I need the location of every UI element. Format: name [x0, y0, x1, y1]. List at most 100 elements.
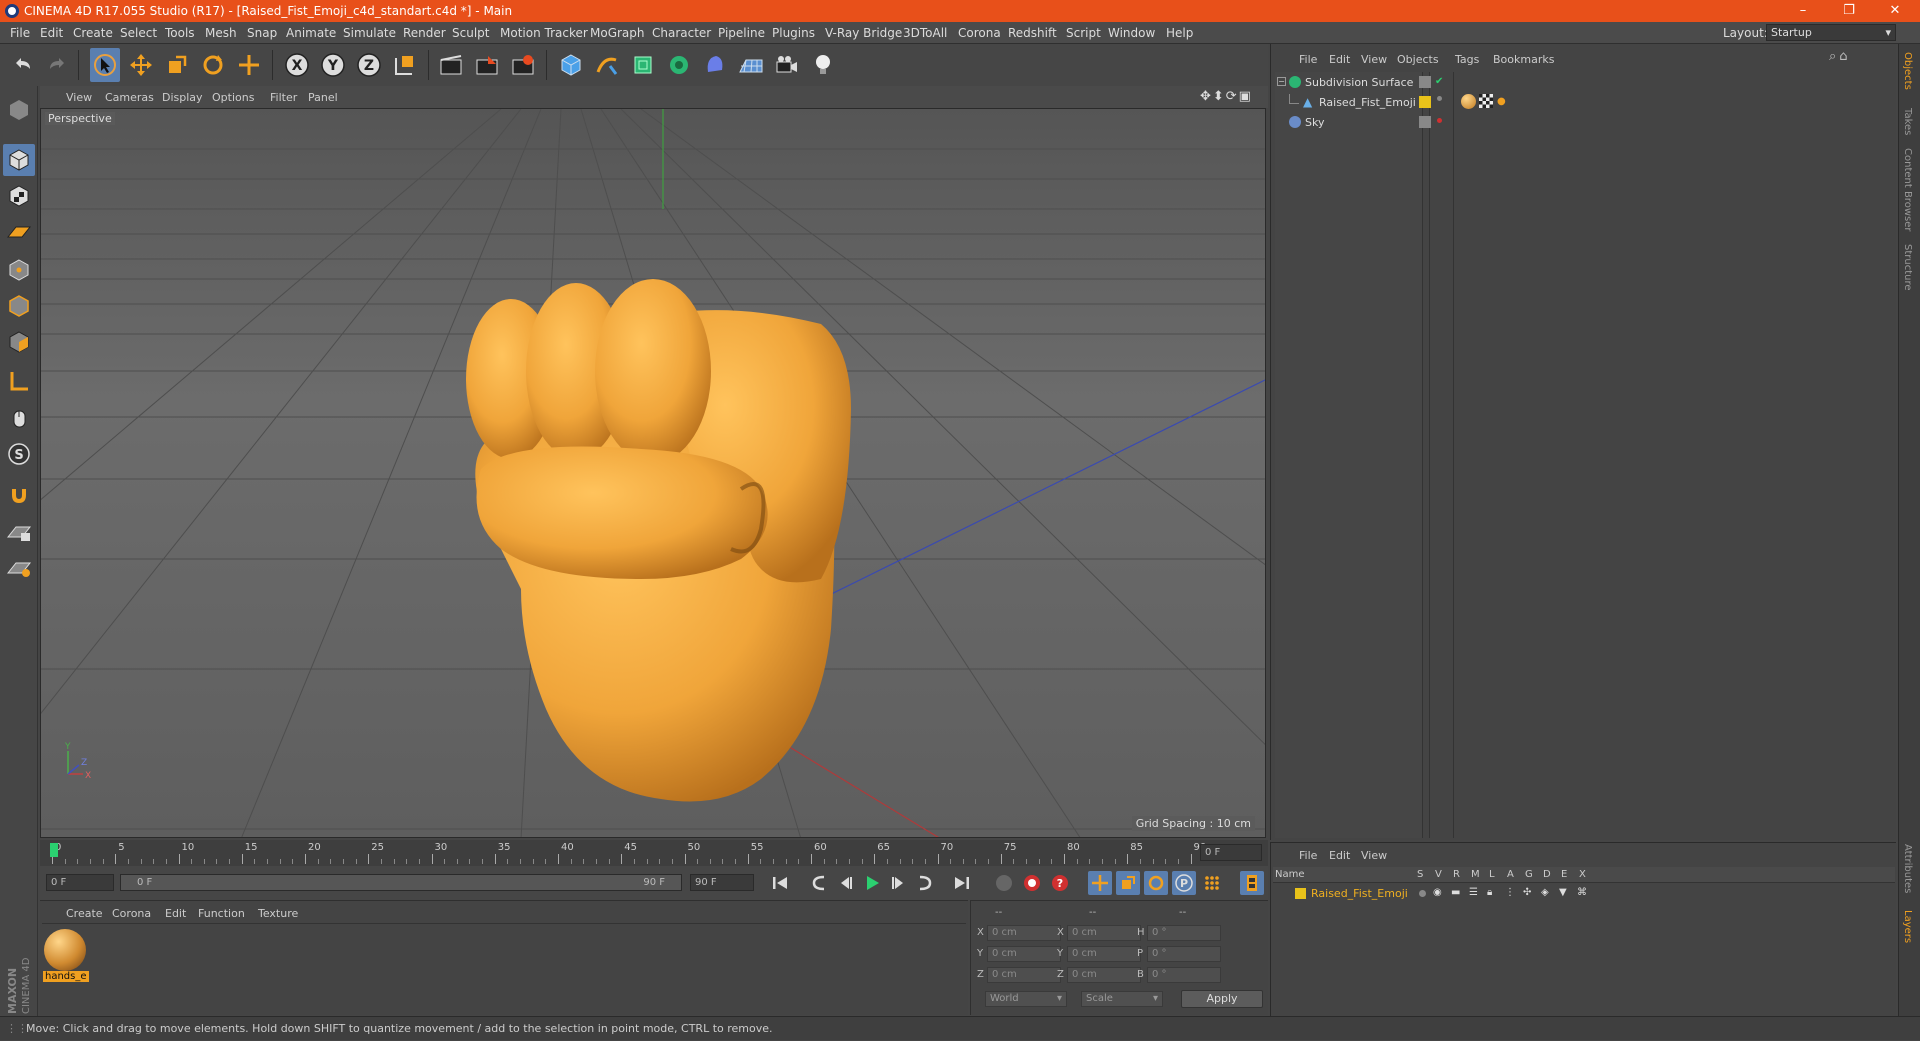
key-position-button[interactable] — [1088, 871, 1112, 895]
menu-vray-bridge[interactable]: V-Ray Bridge — [825, 26, 902, 40]
object-row-raised-fist[interactable]: ▲ Raised_Fist_Emoji — [1275, 94, 1920, 112]
menu-tools[interactable]: Tools — [165, 26, 195, 40]
layer-color-swatch[interactable] — [1419, 116, 1431, 128]
menu-pipeline[interactable]: Pipeline — [718, 26, 765, 40]
go-to-end-button[interactable] — [950, 871, 974, 895]
add-deformer-button[interactable] — [700, 48, 730, 82]
key-parameter-button[interactable]: P — [1172, 871, 1196, 895]
live-selection-button[interactable] — [90, 48, 120, 82]
previous-frame-button[interactable] — [834, 871, 858, 895]
mat-menu-function[interactable]: Function — [198, 907, 245, 920]
start-frame-field[interactable]: 0 F — [46, 874, 114, 891]
points-mode-button[interactable] — [3, 254, 35, 286]
model-mode-button[interactable] — [3, 144, 35, 176]
planar-workplane-button[interactable] — [3, 552, 35, 584]
menu-plugins[interactable]: Plugins — [772, 26, 815, 40]
solo-dot-icon[interactable] — [1419, 890, 1426, 897]
tab-content-browser[interactable]: Content Browser — [1902, 148, 1913, 231]
render-settings-button[interactable] — [508, 48, 538, 82]
expression-icon[interactable]: ▼ — [1559, 887, 1567, 898]
layer-color-swatch[interactable] — [1295, 888, 1306, 899]
coord-value-field[interactable]: 0 cm — [987, 925, 1061, 941]
menu-render[interactable]: Render — [403, 26, 446, 40]
redo-button[interactable] — [42, 48, 72, 82]
deformer-toggle-icon[interactable]: ◈ — [1541, 887, 1549, 898]
layer-menu-view[interactable]: View — [1361, 849, 1387, 862]
vp-menu-display[interactable]: Display — [162, 91, 203, 104]
layout-select[interactable]: Startup ▾ — [1766, 24, 1896, 41]
mat-menu-texture[interactable]: Texture — [258, 907, 298, 920]
enable-axis-button[interactable] — [3, 366, 35, 398]
playhead-marker[interactable] — [50, 843, 58, 857]
make-editable-button[interactable] — [3, 94, 35, 126]
key-pla-button[interactable] — [1200, 871, 1224, 895]
texture-tag-icon[interactable] — [1479, 94, 1493, 108]
search-icon[interactable]: ⌕⌂ — [1829, 49, 1851, 64]
z-axis-lock-button[interactable]: Z — [354, 48, 384, 82]
close-button[interactable]: ✕ — [1872, 0, 1918, 22]
obj-menu-tags[interactable]: Tags — [1455, 53, 1479, 66]
object-row-subdivision[interactable]: − Subdivision Surface — [1275, 74, 1920, 92]
keyframe-selection-button[interactable]: ? — [1048, 871, 1072, 895]
material-swatch[interactable]: hands_e — [42, 927, 89, 985]
collapse-toggle-icon[interactable]: − — [1277, 77, 1286, 86]
key-rotation-button[interactable] — [1144, 871, 1168, 895]
add-cube-button[interactable] — [556, 48, 586, 82]
visibility-dot-icon[interactable] — [1437, 118, 1442, 123]
obj-menu-objects[interactable]: Objects — [1397, 53, 1439, 66]
menu-sculpt[interactable]: Sculpt — [452, 26, 489, 40]
mat-menu-create[interactable]: Create — [66, 907, 103, 920]
menu-select[interactable]: Select — [120, 26, 157, 40]
xref-icon[interactable]: ⌘ — [1577, 887, 1587, 898]
vp-menu-filter[interactable]: Filter — [270, 91, 297, 104]
key-scale-button[interactable] — [1116, 871, 1140, 895]
recent-tool-button[interactable] — [234, 48, 264, 82]
menu-mesh[interactable]: Mesh — [205, 26, 237, 40]
coord-value-field[interactable]: 0 cm — [987, 967, 1061, 983]
menu-animate[interactable]: Animate — [286, 26, 336, 40]
obj-menu-view[interactable]: View — [1361, 53, 1387, 66]
previous-key-button[interactable] — [808, 871, 832, 895]
coordinate-system-button[interactable] — [390, 48, 420, 82]
add-camera-button[interactable] — [772, 48, 802, 82]
material-tag-icon[interactable] — [1461, 94, 1476, 109]
coord-value-field[interactable]: 0 cm — [1067, 925, 1141, 941]
vp-menu-cameras[interactable]: Cameras — [105, 91, 154, 104]
tab-objects[interactable]: Objects — [1902, 52, 1913, 90]
visibility-dot-icon[interactable] — [1437, 96, 1442, 101]
menu-edit[interactable]: Edit — [40, 26, 63, 40]
snap-button[interactable]: S — [3, 438, 35, 470]
coord-value-field[interactable]: 0 ° — [1147, 946, 1221, 962]
render-icon[interactable]: ▬ — [1451, 887, 1460, 898]
magnet-button[interactable] — [3, 478, 35, 510]
undo-button[interactable] — [8, 48, 38, 82]
menu-character[interactable]: Character — [652, 26, 711, 40]
next-frame-button[interactable] — [886, 871, 910, 895]
x-axis-lock-button[interactable]: X — [282, 48, 312, 82]
texture-mode-button[interactable] — [3, 180, 35, 212]
layer-color-swatch[interactable] — [1419, 96, 1431, 108]
mat-menu-edit[interactable]: Edit — [165, 907, 186, 920]
edges-mode-button[interactable] — [3, 290, 35, 322]
generator-icon[interactable]: ✣ — [1523, 887, 1531, 898]
maximize-button[interactable]: ❐ — [1826, 0, 1872, 22]
obj-menu-file[interactable]: File — [1299, 53, 1317, 66]
move-tool-button[interactable] — [126, 48, 156, 82]
layer-menu-edit[interactable]: Edit — [1329, 849, 1350, 862]
add-mograph-button[interactable] — [664, 48, 694, 82]
layer-menu-file[interactable]: File — [1299, 849, 1317, 862]
coord-scale-select[interactable]: Scale ▾ — [1081, 991, 1163, 1007]
rotate-tool-button[interactable] — [198, 48, 228, 82]
add-light-button[interactable] — [808, 48, 838, 82]
coord-value-field[interactable]: 0 cm — [1067, 967, 1141, 983]
locked-workplane-button[interactable] — [3, 516, 35, 548]
enabled-check-icon[interactable]: ✔ — [1435, 76, 1443, 87]
vp-menu-options[interactable]: Options — [212, 91, 254, 104]
obj-menu-bookmarks[interactable]: Bookmarks — [1493, 53, 1554, 66]
timeline-window-button[interactable] — [1240, 871, 1264, 895]
workplane-mode-button[interactable] — [3, 216, 35, 248]
add-floor-button[interactable] — [736, 48, 766, 82]
menu-mograph[interactable]: MoGraph — [590, 26, 645, 40]
mat-menu-corona[interactable]: Corona — [112, 907, 151, 920]
autokeying-button[interactable] — [1020, 871, 1044, 895]
